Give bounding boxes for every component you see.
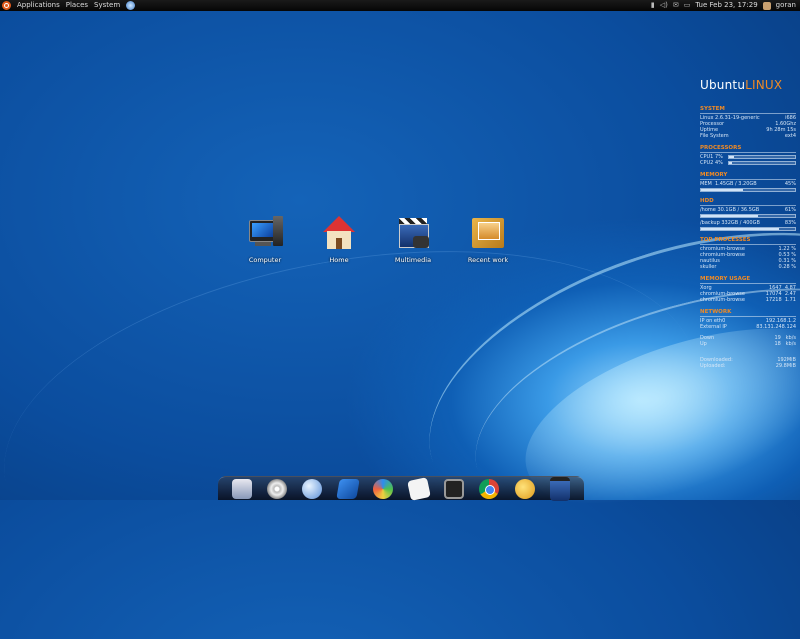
user-name[interactable]: goran <box>776 0 796 11</box>
dvd-player-icon[interactable] <box>267 478 288 499</box>
memory-usage-row: chromium-browse 17218 1.71 <box>700 297 796 303</box>
top-panel: Applications Places System ▮ ◁) ✉ ▭ Tue … <box>0 0 800 11</box>
conky-section-system: SYSTEM Linux 2.6.31-19-generic i686 Proce… <box>700 106 796 139</box>
chrome-icon[interactable] <box>479 478 500 499</box>
disk-row: /home 30.1GB / 36.5GB 61% <box>700 207 796 213</box>
conky-section-processors: PROCESSORS CPU1 7% CPU2 4% <box>700 145 796 166</box>
cpu1-bar <box>728 155 796 159</box>
conky-system-monitor: UbuntuLINUX SYSTEM Linux 2.6.31-19-gener… <box>700 78 796 369</box>
conky-section-top-processes: TOP PROCESSES chromium-browse 1.22 % chro… <box>700 237 796 270</box>
multimedia-icon <box>393 214 433 254</box>
movie-player-icon[interactable] <box>550 476 571 501</box>
cpu-row: CPU2 4% <box>700 160 796 166</box>
wallpaper-swoosh <box>0 201 723 639</box>
network-icon[interactable]: ▮ <box>651 0 655 11</box>
desktop-icon-computer[interactable]: Computer <box>235 214 295 264</box>
mail-indicator-icon[interactable]: ✉ <box>673 0 679 11</box>
computer-icon <box>245 214 285 254</box>
web-browser-launcher-icon[interactable] <box>126 1 136 10</box>
disk-row: /backup 332GB / 400GB 83% <box>700 220 796 226</box>
uploaded-row: Uploaded: 29.8MiB <box>700 363 796 369</box>
desktop-icon-label: Home <box>329 256 349 264</box>
desktop-icon-label: Multimedia <box>394 256 432 264</box>
conky-section-hdd: HDD /home 30.1GB / 36.5GB 61% /backup 332… <box>700 198 796 231</box>
section-heading: PROCESSORS <box>700 145 796 153</box>
section-heading: NETWORK <box>700 309 796 317</box>
desktop-icon-multimedia[interactable]: Multimedia <box>383 214 443 264</box>
conky-brand: UbuntuLINUX <box>700 78 783 92</box>
user-avatar-icon[interactable] <box>762 1 771 10</box>
process-row: skuller 0.28 % <box>700 264 796 270</box>
clock[interactable]: Tue Feb 23, 17:29 <box>695 0 757 11</box>
section-heading: MEMORY USAGE <box>700 276 796 284</box>
section-heading: TOP PROCESSES <box>700 237 796 245</box>
menu-places[interactable]: Places <box>66 0 88 11</box>
conky-section-network: NETWORK IP on eth0 192.168.1.2 External I… <box>700 309 796 369</box>
section-heading: HDD <box>700 198 796 206</box>
desktop-icon-label: Computer <box>248 256 282 264</box>
menu-applications[interactable]: Applications <box>17 0 60 11</box>
text-editor-icon[interactable] <box>406 476 431 501</box>
conky-section-memory-usage: MEMORY USAGE Xorg 1647 4.87 chromium-brow… <box>700 276 796 303</box>
section-heading: SYSTEM <box>700 106 796 114</box>
desktop-icon-label: Recent work <box>467 256 509 264</box>
volume-icon[interactable]: ◁) <box>660 0 668 11</box>
conky-section-memory: MEMORY MEM 1.45GB / 3.20GB 45% <box>700 172 796 192</box>
disk-backup-bar <box>700 227 796 231</box>
desktop-icon-home[interactable]: Home <box>309 214 369 264</box>
memory-bar <box>700 188 796 192</box>
finder-icon[interactable] <box>231 478 252 499</box>
cpu2-bar <box>728 161 796 165</box>
info-row: File System ext4 <box>700 133 796 139</box>
menu-system[interactable]: System <box>94 0 120 11</box>
network-globe-icon[interactable] <box>302 478 323 499</box>
disk-home-bar <box>700 214 796 218</box>
dictionary-book-icon[interactable] <box>336 478 360 499</box>
recent-work-icon <box>468 214 508 254</box>
section-heading: MEMORY <box>700 172 796 180</box>
system-monitor-icon[interactable] <box>444 478 465 499</box>
desktop-icon-recent-work[interactable]: Recent work <box>458 214 518 264</box>
mail-client-icon[interactable] <box>514 478 535 499</box>
photo-ball-icon[interactable] <box>373 478 394 499</box>
power-icon[interactable]: ▭ <box>684 0 691 11</box>
ubuntu-logo-icon[interactable] <box>2 1 11 10</box>
dock-bar <box>218 476 584 501</box>
home-folder-icon <box>319 214 359 254</box>
memory-row: MEM 1.45GB / 3.20GB 45% <box>700 181 796 187</box>
